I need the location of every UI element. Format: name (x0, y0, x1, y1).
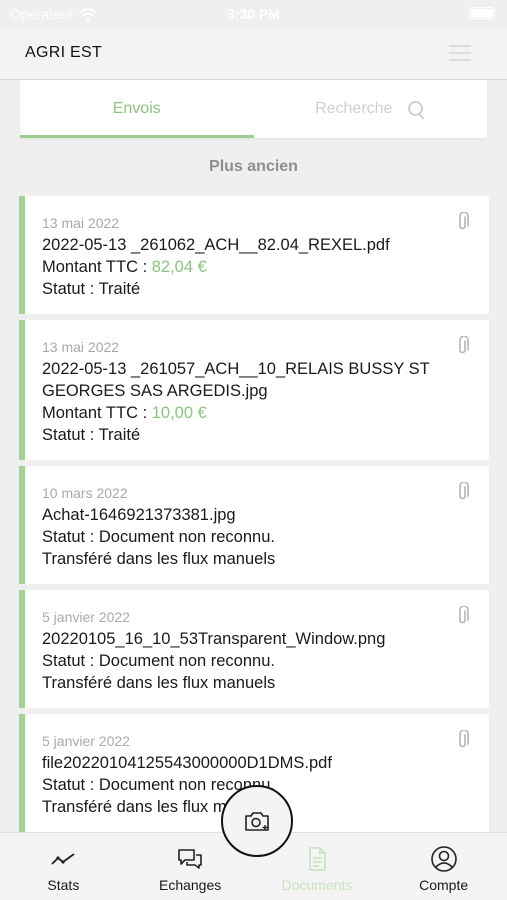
nav-echanges-label: Echanges (158, 877, 222, 893)
nav-documents-label: Documents (281, 877, 353, 893)
document-status: Statut : Document non reconnu. (42, 528, 275, 546)
paperclip-icon[interactable] (456, 336, 469, 355)
nav-compte[interactable]: Compte (380, 833, 507, 900)
status-time: 3:30 PM (227, 6, 280, 22)
document-card[interactable]: 10 mars 2022 Achat-1646921373381.jpg Sta… (19, 466, 489, 584)
paperclip-icon[interactable] (456, 730, 469, 749)
document-card[interactable]: 5 janvier 2022 20220105_16_10_53Transpar… (19, 590, 489, 708)
sort-label[interactable]: Plus ancien (0, 158, 507, 176)
document-date: 13 mai 2022 (42, 339, 120, 355)
document-filename: 2022-05-13 _261057_ACH__10_RELAIS BUSSY … (42, 360, 430, 400)
document-date: 13 mai 2022 (42, 215, 120, 231)
battery-icon (469, 7, 495, 19)
nav-compte-label: Compte (419, 877, 469, 893)
document-list: 13 mai 2022 2022-05-13 _261062_ACH__82.0… (19, 196, 489, 832)
document-status: Statut : Traité (42, 280, 141, 298)
document-date: 5 janvier 2022 (42, 609, 130, 625)
document-amount-row: Montant TTC : 10,00 € (42, 402, 449, 424)
paperclip-icon[interactable] (456, 606, 469, 625)
amount-label: Montant TTC : (42, 404, 148, 422)
user-circle-icon (430, 846, 457, 872)
nav-stats-label: Stats (47, 877, 80, 893)
document-note: Transféré dans les flux manuels (42, 550, 276, 568)
document-status: Statut : Traité (42, 426, 141, 444)
document-icon (309, 847, 326, 871)
document-date: 5 janvier 2022 (42, 733, 130, 749)
amount-value: 82,04 € (151, 258, 207, 276)
camera-plus-icon (245, 812, 269, 831)
document-card[interactable]: 13 mai 2022 2022-05-13 _261057_ACH__10_R… (19, 320, 489, 460)
tab-bar: Envois Recherche (20, 80, 487, 138)
tab-envois[interactable]: Envois (20, 80, 254, 138)
tab-recherche-label: Recherche (315, 100, 393, 117)
amount-label: Montant TTC : (42, 258, 148, 276)
paperclip-icon[interactable] (456, 482, 469, 501)
status-bar: Opérateur 3:30 PM (0, 0, 507, 28)
amount-value: 10,00 € (151, 404, 207, 422)
document-note: Transféré dans les flux manuels (42, 674, 276, 692)
nav-stats[interactable]: Stats (0, 833, 127, 900)
menu-icon[interactable] (449, 45, 471, 61)
search-icon (408, 100, 425, 118)
document-date: 10 mars 2022 (42, 485, 128, 501)
tab-recherche[interactable]: Recherche (254, 80, 488, 138)
chart-line-icon (51, 853, 75, 865)
document-filename: 20220105_16_10_53Transparent_Window.png (42, 630, 386, 648)
document-filename: 2022-05-13 _261062_ACH__82.04_REXEL.pdf (42, 236, 390, 254)
document-status: Statut : Document non reconnu. (42, 652, 275, 670)
document-filename: file20220104125543000000D1DMS.pdf (42, 754, 332, 772)
page-title: AGRI EST (25, 44, 103, 61)
document-card[interactable]: 13 mai 2022 2022-05-13 _261062_ACH__82.0… (19, 196, 489, 314)
document-amount-row: Montant TTC : 82,04 € (42, 256, 449, 278)
app-header: AGRI EST (0, 28, 507, 80)
paperclip-icon[interactable] (456, 212, 469, 231)
chat-bubbles-icon (178, 849, 202, 869)
camera-button[interactable] (221, 785, 293, 857)
tab-envois-label: Envois (112, 100, 161, 117)
document-filename: Achat-1646921373381.jpg (42, 506, 236, 524)
